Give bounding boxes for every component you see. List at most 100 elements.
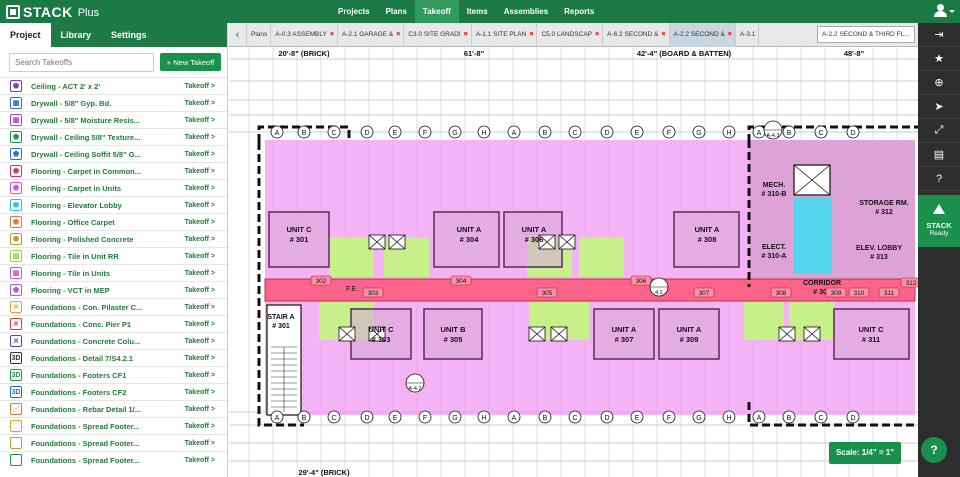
takeoff-item[interactable]: 3D Foundations - Detail 7/S4.2.1 Takeoff > [0,349,227,366]
takeoff-link[interactable]: Takeoff > [185,202,215,209]
nav-reports[interactable]: Reports [556,0,602,23]
sheet-tab[interactable]: C3.0 SITE GRADI × [404,22,472,47]
pointer-icon[interactable]: ➤ [918,95,960,119]
brand-logo[interactable]: STACK Plus [6,2,99,21]
takeoff-link[interactable]: Takeoff > [185,406,215,413]
takeoff-item[interactable]: Foundations - Spread Footer... Takeoff > [0,417,227,434]
close-icon[interactable]: × [529,23,533,47]
takeoff-link[interactable]: Takeoff > [185,457,215,464]
takeoff-link[interactable]: Takeoff > [185,304,215,311]
sheet-tab-label: A-6.2 SECOND & [607,30,659,38]
takeoff-item[interactable]: ⬟ Flooring - Carpet in Common... Takeoff > [0,162,227,179]
nav-plans[interactable]: Plans [378,0,415,23]
main-nav: Projects Plans Takeoff Items Assemblies Repor… [330,0,602,23]
close-icon[interactable]: × [595,23,599,47]
takeoff-link[interactable]: Takeoff > [185,440,215,447]
sheet-select[interactable]: A-2.2 SECOND & THIRD FL... [817,26,915,43]
sheet-tab[interactable]: A-2.2 SECOND & × [669,22,736,47]
sheet-tab[interactable]: A-1.1 SITE PLAN × [472,22,538,47]
takeoff-item[interactable]: Foundations - Spread Footer... Takeoff > [0,451,227,468]
takeoff-link[interactable]: Takeoff > [185,338,215,345]
takeoff-link[interactable]: Takeoff > [185,355,215,362]
takeoff-item[interactable]: ⬟ Drywall - Ceiling Soffit 5/8" G... Takeo… [0,145,227,162]
takeoff-link[interactable]: Takeoff > [185,287,215,294]
close-icon[interactable]: × [464,23,468,47]
takeoff-link[interactable]: Takeoff > [185,423,215,430]
tabs-scroll-left-icon[interactable]: ‹ [229,22,247,47]
takeoff-item[interactable]: 3D Foundations - Footers CF1 Takeoff > [0,366,227,383]
sheet-tab[interactable]: A-0.3 ASSEMBLY × [271,22,338,47]
takeoff-link[interactable]: Takeoff > [185,134,215,141]
takeoff-item[interactable]: ⬟ Flooring - Elevator Lobby Takeoff > [0,196,227,213]
takeoff-item[interactable]: ▦ Flooring - Tile in Unit RR Takeoff > [0,247,227,264]
takeoff-item[interactable]: ▦ Drywall - 5/8" Moisture Resis... Takeoff… [0,111,227,128]
takeoff-link[interactable]: Takeoff > [185,372,215,379]
nav-items[interactable]: Items [459,0,496,23]
search-takeoffs-input[interactable] [9,52,154,72]
takeoff-link[interactable]: Takeoff > [185,168,215,175]
takeoff-link[interactable]: Takeoff > [185,151,215,158]
takeoff-item[interactable]: ▦ Drywall - 5/8" Gyp. Bd. Takeoff > [0,94,227,111]
close-icon[interactable]: × [728,23,732,47]
sign-in-icon[interactable]: ⇥ [918,23,960,47]
takeoff-link[interactable]: Takeoff > [185,321,215,328]
takeoff-item[interactable]: ⬟ Flooring - Office Carpet Takeoff > [0,213,227,230]
takeoff-link[interactable]: Takeoff > [185,253,215,260]
new-takeoff-button[interactable]: + New Takeoff [160,53,221,71]
nav-assemblies[interactable]: Assemblies [496,0,556,23]
sheet-tab[interactable]: C5.0 LANDSCAP × [537,22,604,47]
takeoff-link[interactable]: Takeoff > [185,117,215,124]
sheet-tab-label: Plans [251,30,268,38]
takeoff-item[interactable]: 3D Foundations - Footers CF2 Takeoff > [0,383,227,400]
floor-plan-drawing[interactable]: A A B B C C D D E E F F G G H H A A B B C C D D E E F F G G H H A A B B C C D D… [229,47,918,477]
takeoff-item[interactable]: ✕ Foundations - Concrete Colu... Takeoff > [0,332,227,349]
takeoff-item[interactable]: ✕ Foundations - Conc. Pier P1 Takeoff > [0,315,227,332]
takeoff-item[interactable]: ⋰ Foundations - Rebar Detail 1/... Takeoff… [0,400,227,417]
nav-takeoff[interactable]: Takeoff [414,0,459,23]
star-icon[interactable]: ★ [918,47,960,71]
takeoff-link[interactable]: Takeoff > [185,270,215,277]
close-icon[interactable]: × [661,23,665,47]
zoom-icon[interactable]: ⊕ [918,71,960,95]
close-icon[interactable]: × [396,23,400,47]
takeoff-item[interactable]: ⬟ Flooring - Carpet in Units Takeoff > [0,179,227,196]
svg-text:MECH.: MECH. [763,182,786,189]
sheet-tab[interactable]: A-3.1 [736,22,760,47]
expand-icon[interactable]: ⤢ [918,119,960,143]
takeoff-link[interactable]: Takeoff > [185,236,215,243]
svg-text:D: D [850,415,855,422]
takeoff-item[interactable]: ✕ Foundations - Con. Pilaster C... Takeoff… [0,298,227,315]
tab-project[interactable]: Project [0,23,51,47]
help-chat-button[interactable]: ? [921,437,947,463]
pentagon-icon: ⬟ [10,182,22,194]
stack-ready-button[interactable]: STACK Ready [918,195,960,247]
tab-settings[interactable]: Settings [101,23,157,47]
takeoff-link[interactable]: Takeoff > [185,83,215,90]
takeoff-item[interactable]: ⬟ Flooring - Polished Concrete Takeoff > [0,230,227,247]
pdf-icon[interactable]: ▤ [918,143,960,167]
scale-badge[interactable]: Scale: 1/4" = 1" [829,442,901,464]
takeoff-item[interactable]: ⬟ Ceiling - ACT 2' x 2' Takeoff > [0,77,227,94]
svg-text:G: G [452,415,457,422]
user-menu[interactable] [932,4,955,19]
takeoff-item[interactable]: ⬟ Drywall - Ceiling 5/8" Texture... Takeof… [0,128,227,145]
svg-text:E: E [393,130,398,137]
takeoff-item[interactable]: Foundations - Spread Footer... Takeoff > [0,434,227,451]
pentagon-icon: ⬟ [10,233,22,245]
close-icon[interactable]: × [330,23,334,47]
plan-canvas[interactable]: A A B B C C D D E E F F G G H H A A B B C C D D E E F F G G H H A A B B C C D D… [229,47,918,477]
takeoff-link[interactable]: Takeoff > [185,219,215,226]
takeoff-item[interactable]: ▦ Flooring - Tile in Units Takeoff > [0,264,227,281]
sheet-tab[interactable]: A-6.2 SECOND & × [603,22,670,47]
sheet-tab[interactable]: A-2.1 GARAGE & × [338,22,405,47]
takeoff-link[interactable]: Takeoff > [185,185,215,192]
takeoff-link[interactable]: Takeoff > [185,100,215,107]
nav-projects[interactable]: Projects [330,0,378,23]
svg-text:48'-8": 48'-8" [844,49,865,58]
takeoff-link[interactable]: Takeoff > [185,389,215,396]
help-circle-icon[interactable]: ? [918,167,960,191]
takeoff-item[interactable]: ⬟ Flooring - VCT in MEP Takeoff > [0,281,227,298]
sheet-tab[interactable]: Plans [247,22,272,47]
svg-text:D: D [604,415,609,422]
tab-library[interactable]: Library [51,23,102,47]
